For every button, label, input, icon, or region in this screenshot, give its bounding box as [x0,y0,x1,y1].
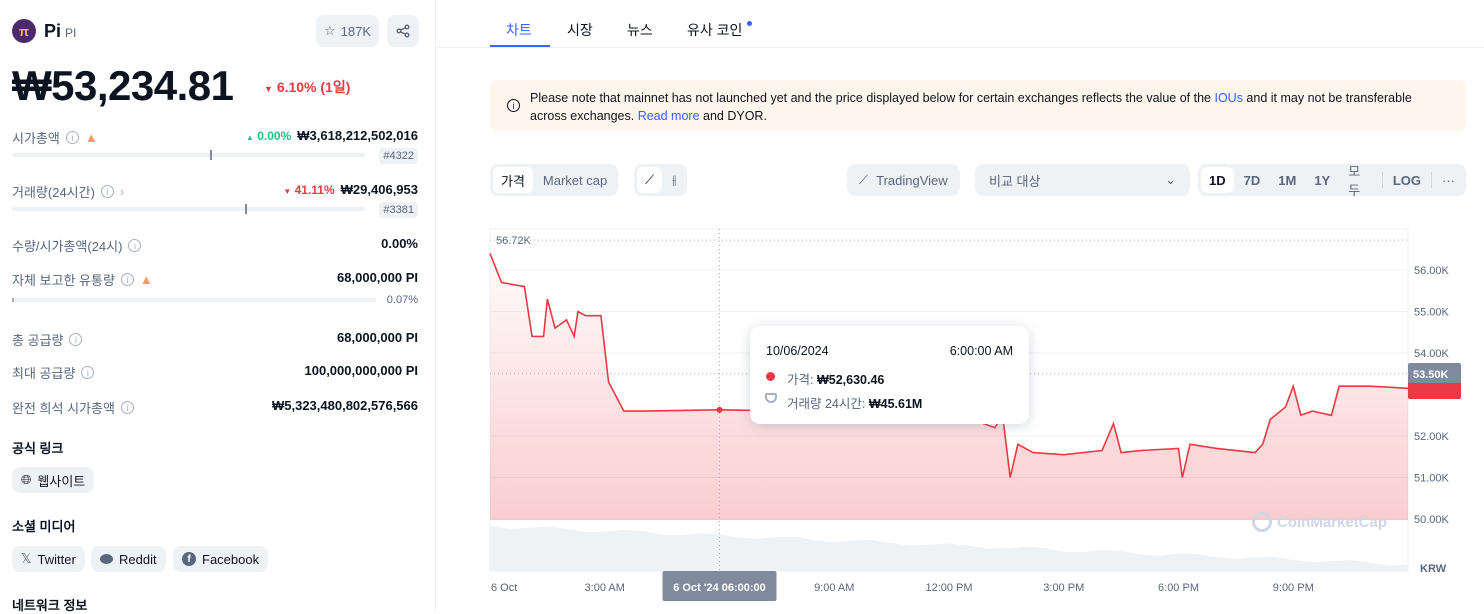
crosshair-price-text: 53.50K [1413,369,1449,381]
price-dot-icon [766,372,775,381]
x-tick-label: 3:00 AM [585,582,625,594]
y-tick-label: 50.00K [1414,514,1450,526]
high-label: 56.72K [496,235,532,247]
y-tick-label: 55.00K [1414,307,1450,319]
y-tick-label: 51.00K [1414,473,1450,485]
x-tick-label: 9:00 AM [814,582,854,594]
crosshair-time-label: 6 Oct '24 06:00:00 [673,582,766,594]
current-price-label [1408,381,1461,399]
x-tick-label: 6:00 PM [1158,582,1199,594]
y-tick-label: 54.00K [1414,348,1450,360]
watermark: CoinMarketCap [1252,512,1387,532]
y-tick-label: 52.00K [1414,431,1450,443]
hover-point [716,406,723,413]
y-tick-label: 56.00K [1414,265,1450,277]
x-tick-label: 6 Oct [491,582,517,594]
x-tick-label: 9:00 PM [1273,582,1314,594]
coinmarketcap-logo [1252,512,1272,532]
x-tick-label: 12:00 PM [925,582,972,594]
volume-icon [765,393,777,403]
tooltip-time: 6:00:00 AM [949,344,1013,358]
currency-label: KRW [1420,563,1447,575]
tooltip-date: 10/06/2024 [766,344,829,358]
x-tick-label: 3:00 PM [1043,582,1084,594]
chart-tooltip: 10/06/2024 6:00:00 AM 가격: ₩52,630.46 거래량… [750,326,1029,424]
volume-area [490,526,1408,571]
